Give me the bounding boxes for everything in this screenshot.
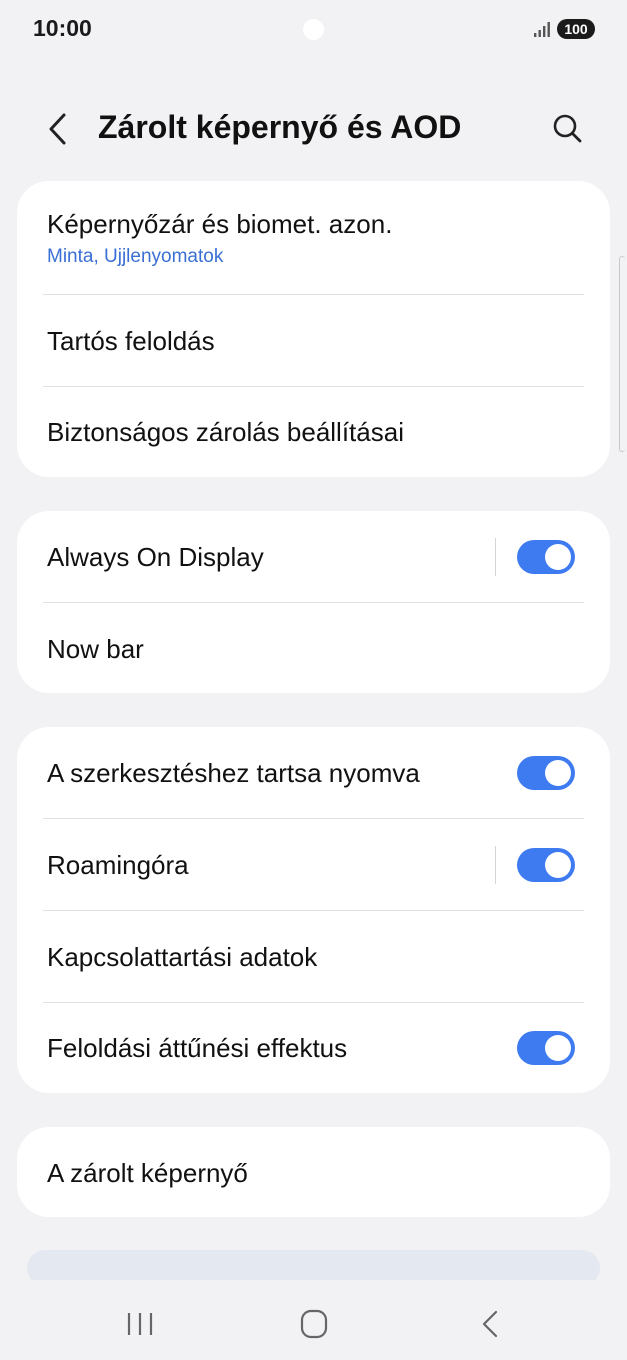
page-title: Zárolt képernyő és AOD xyxy=(98,109,462,145)
unlock-transition-effect-toggle[interactable] xyxy=(517,1031,575,1065)
roaming-clock-row[interactable]: Roamingóra xyxy=(17,819,610,911)
search-icon xyxy=(553,114,582,143)
secure-lock-settings-row[interactable]: Biztonságos zárolás beállításai xyxy=(17,387,610,477)
home-button[interactable] xyxy=(294,1308,334,1340)
row-label: Tartós feloldás xyxy=(47,326,215,356)
signal-icon xyxy=(534,22,550,37)
search-button[interactable] xyxy=(548,109,588,149)
toggle-knob xyxy=(545,544,571,570)
security-card: Képernyőzár és biomet. azon. Minta, Ujjl… xyxy=(17,181,610,477)
navigation-bar xyxy=(0,1280,627,1360)
row-label: Roamingóra xyxy=(47,850,189,880)
battery-icon: 100 xyxy=(557,19,595,39)
battery-level: 100 xyxy=(564,21,588,37)
row-label: Always On Display xyxy=(47,542,264,572)
scrollbar[interactable] xyxy=(619,256,625,452)
vertical-separator xyxy=(495,538,496,576)
chevron-left-icon xyxy=(49,113,66,145)
roaming-clock-toggle[interactable] xyxy=(517,848,575,882)
camera-cutout xyxy=(303,19,324,40)
touch-and-hold-edit-toggle[interactable] xyxy=(517,756,575,790)
row-label: Feloldási áttűnési effektus xyxy=(47,1033,348,1063)
status-time: 10:00 xyxy=(33,15,92,41)
display-card: Always On Display Now bar xyxy=(17,511,610,693)
home-icon xyxy=(300,1309,328,1339)
always-on-display-row[interactable]: Always On Display xyxy=(17,511,610,603)
row-label: Kapcsolattartási adatok xyxy=(47,942,318,972)
row-label: A szerkesztéshez tartsa nyomva xyxy=(47,758,420,788)
about-card: A zárolt képernyő xyxy=(17,1127,610,1217)
row-sublabel: Minta, Ujjlenyomatok xyxy=(47,246,224,267)
toggle-knob xyxy=(545,760,571,786)
app-header: Zárolt képernyő és AOD xyxy=(0,95,627,165)
back-icon xyxy=(482,1310,498,1338)
vertical-separator xyxy=(495,846,496,884)
now-bar-row[interactable]: Now bar xyxy=(17,603,610,693)
row-label: Now bar xyxy=(47,634,144,664)
contact-information-row[interactable]: Kapcsolattartási adatok xyxy=(17,911,610,1003)
toggle-knob xyxy=(545,852,571,878)
row-label: Képernyőzár és biomet. azon. xyxy=(47,209,393,239)
status-bar: 10:00 100 xyxy=(0,0,627,58)
nav-back-button[interactable] xyxy=(470,1308,510,1340)
touch-and-hold-edit-row[interactable]: A szerkesztéshez tartsa nyomva xyxy=(17,727,610,819)
screen-lock-row[interactable]: Képernyőzár és biomet. azon. Minta, Ujjl… xyxy=(17,181,610,295)
row-label: A zárolt képernyő xyxy=(47,1158,248,1188)
about-lock-screen-row[interactable]: A zárolt képernyő xyxy=(17,1127,610,1217)
extend-unlock-row[interactable]: Tartós feloldás xyxy=(17,295,610,387)
toggle-knob xyxy=(545,1035,571,1061)
recent-apps-icon xyxy=(127,1313,153,1335)
unlock-transition-effect-row[interactable]: Feloldási áttűnési effektus xyxy=(17,1003,610,1093)
back-button[interactable] xyxy=(40,109,76,149)
recent-apps-button[interactable] xyxy=(120,1308,160,1340)
row-label: Biztonságos zárolás beállításai xyxy=(47,417,404,447)
options-card: A szerkesztéshez tartsa nyomva Roamingór… xyxy=(17,727,610,1093)
always-on-display-toggle[interactable] xyxy=(517,540,575,574)
